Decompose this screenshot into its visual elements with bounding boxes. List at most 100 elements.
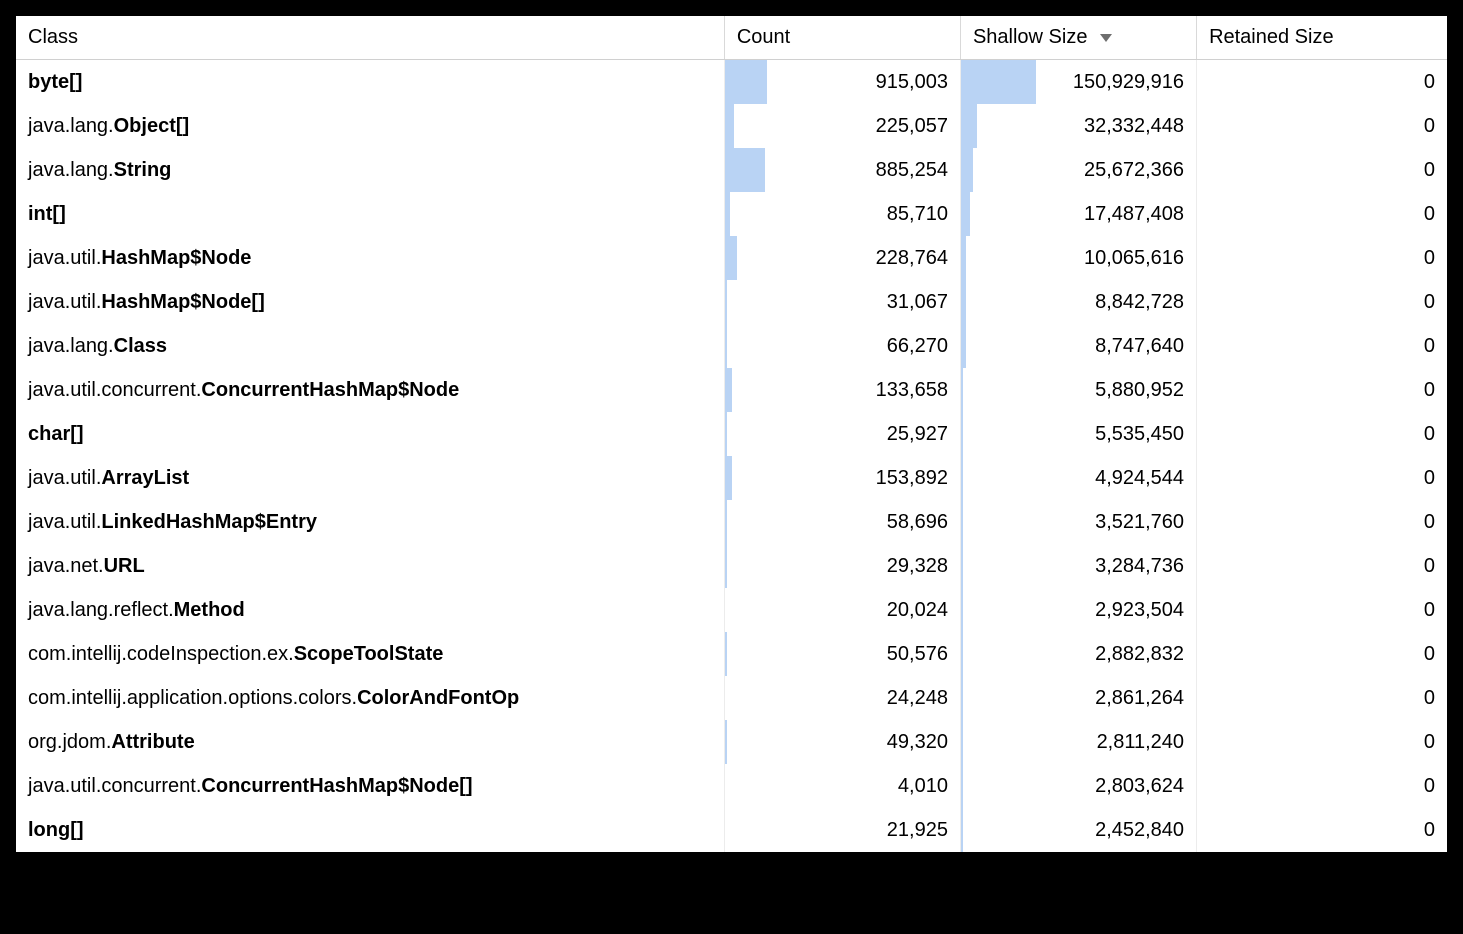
shallow-size-cell: 17,487,408 bbox=[960, 192, 1196, 236]
table-row[interactable]: char[]25,9275,535,4500 bbox=[16, 412, 1447, 456]
shallow-size-cell: 8,842,728 bbox=[960, 280, 1196, 324]
column-header-class[interactable]: Class bbox=[16, 16, 724, 60]
retained-size-cell: 0 bbox=[1197, 676, 1447, 720]
class-cell: char[] bbox=[16, 412, 724, 456]
shallow-size-value: 4,924,544 bbox=[961, 456, 1196, 500]
table-row[interactable]: org.jdom.Attribute49,3202,811,2400 bbox=[16, 720, 1447, 764]
column-header-retained-size[interactable]: Retained Size bbox=[1197, 16, 1447, 60]
count-value: 228,764 bbox=[725, 236, 960, 280]
package-name: java.util. bbox=[28, 511, 101, 533]
table-row[interactable]: com.intellij.application.options.colors.… bbox=[16, 676, 1447, 720]
class-name: Class bbox=[114, 335, 167, 357]
shallow-size-value: 2,811,240 bbox=[961, 720, 1196, 764]
shallow-size-value: 32,332,448 bbox=[961, 104, 1196, 148]
shallow-size-cell: 4,924,544 bbox=[960, 456, 1196, 500]
retained-size-value: 0 bbox=[1197, 412, 1447, 456]
retained-size-cell: 0 bbox=[1197, 500, 1447, 544]
table-row[interactable]: java.net.URL29,3283,284,7360 bbox=[16, 544, 1447, 588]
count-cell: 885,254 bbox=[724, 148, 960, 192]
count-cell: 20,024 bbox=[724, 588, 960, 632]
retained-size-cell: 0 bbox=[1197, 456, 1447, 500]
package-name: java.util.concurrent. bbox=[28, 379, 201, 401]
class-cell: long[] bbox=[16, 808, 724, 852]
shallow-size-cell: 10,065,616 bbox=[960, 236, 1196, 280]
retained-size-value: 0 bbox=[1197, 60, 1447, 104]
class-name: int[] bbox=[28, 203, 66, 225]
count-value: 66,270 bbox=[725, 324, 960, 368]
shallow-size-cell: 3,284,736 bbox=[960, 544, 1196, 588]
table-row[interactable]: java.util.LinkedHashMap$Entry58,6963,521… bbox=[16, 500, 1447, 544]
class-cell: java.util.LinkedHashMap$Entry bbox=[16, 500, 724, 544]
shallow-size-value: 2,452,840 bbox=[961, 808, 1196, 852]
table-row[interactable]: java.lang.Class66,2708,747,6400 bbox=[16, 324, 1447, 368]
shallow-size-cell: 150,929,916 bbox=[960, 60, 1196, 105]
class-cell: java.util.concurrent.ConcurrentHashMap$N… bbox=[16, 764, 724, 808]
class-cell: java.lang.Class bbox=[16, 324, 724, 368]
package-name: java.lang. bbox=[28, 159, 114, 181]
class-cell: java.net.URL bbox=[16, 544, 724, 588]
retained-size-value: 0 bbox=[1197, 720, 1447, 764]
retained-size-cell: 0 bbox=[1197, 412, 1447, 456]
shallow-size-value: 5,535,450 bbox=[961, 412, 1196, 456]
shallow-size-value: 17,487,408 bbox=[961, 192, 1196, 236]
package-name: java.lang. bbox=[28, 115, 114, 137]
count-value: 153,892 bbox=[725, 456, 960, 500]
shallow-size-cell: 2,923,504 bbox=[960, 588, 1196, 632]
count-cell: 4,010 bbox=[724, 764, 960, 808]
shallow-size-cell: 5,880,952 bbox=[960, 368, 1196, 412]
package-name: com.intellij.codeInspection.ex. bbox=[28, 643, 294, 665]
table-row[interactable]: java.util.concurrent.ConcurrentHashMap$N… bbox=[16, 764, 1447, 808]
retained-size-value: 0 bbox=[1197, 280, 1447, 324]
retained-size-value: 0 bbox=[1197, 764, 1447, 808]
table-row[interactable]: java.util.HashMap$Node228,76410,065,6160 bbox=[16, 236, 1447, 280]
shallow-size-value: 2,923,504 bbox=[961, 588, 1196, 632]
retained-size-value: 0 bbox=[1197, 632, 1447, 676]
retained-size-cell: 0 bbox=[1197, 280, 1447, 324]
package-name: java.util. bbox=[28, 467, 101, 489]
table-row[interactable]: byte[]915,003150,929,9160 bbox=[16, 60, 1447, 105]
count-cell: 21,925 bbox=[724, 808, 960, 852]
table-row[interactable]: java.util.HashMap$Node[]31,0678,842,7280 bbox=[16, 280, 1447, 324]
count-cell: 153,892 bbox=[724, 456, 960, 500]
table-row[interactable]: long[]21,9252,452,8400 bbox=[16, 808, 1447, 852]
retained-size-value: 0 bbox=[1197, 500, 1447, 544]
table-row[interactable]: int[] 85,71017,487,4080 bbox=[16, 192, 1447, 236]
count-cell: 50,576 bbox=[724, 632, 960, 676]
retained-size-value: 0 bbox=[1197, 236, 1447, 280]
count-value: 885,254 bbox=[725, 148, 960, 192]
class-name: LinkedHashMap$Entry bbox=[101, 511, 317, 533]
count-cell: 66,270 bbox=[724, 324, 960, 368]
class-name: char[] bbox=[28, 423, 84, 445]
shallow-size-cell: 25,672,366 bbox=[960, 148, 1196, 192]
table-row[interactable]: java.lang.String885,25425,672,3660 bbox=[16, 148, 1447, 192]
class-cell: java.util.HashMap$Node bbox=[16, 236, 724, 280]
shallow-size-cell: 5,535,450 bbox=[960, 412, 1196, 456]
class-cell: int[] bbox=[16, 192, 724, 236]
table-row[interactable]: java.util.ArrayList 153,8924,924,5440 bbox=[16, 456, 1447, 500]
class-name: ArrayList bbox=[101, 467, 189, 489]
class-name: HashMap$Node bbox=[101, 247, 251, 269]
column-header-count[interactable]: Count bbox=[724, 16, 960, 60]
class-cell: java.lang.String bbox=[16, 148, 724, 192]
retained-size-value: 0 bbox=[1197, 148, 1447, 192]
table-row[interactable]: com.intellij.codeInspection.ex.ScopeTool… bbox=[16, 632, 1447, 676]
table-row[interactable]: java.lang.reflect.Method20,0242,923,5040 bbox=[16, 588, 1447, 632]
count-cell: 915,003 bbox=[724, 60, 960, 105]
count-cell: 85,710 bbox=[724, 192, 960, 236]
count-value: 29,328 bbox=[725, 544, 960, 588]
shallow-size-value: 8,747,640 bbox=[961, 324, 1196, 368]
table-row[interactable]: java.util.concurrent.ConcurrentHashMap$N… bbox=[16, 368, 1447, 412]
class-name: ConcurrentHashMap$Node[] bbox=[201, 775, 472, 797]
retained-size-cell: 0 bbox=[1197, 324, 1447, 368]
table-header-row: Class Count Shallow Size Retained Size bbox=[16, 16, 1447, 60]
table-row[interactable]: java.lang.Object[]225,05732,332,4480 bbox=[16, 104, 1447, 148]
package-name: org.jdom. bbox=[28, 731, 111, 753]
class-name: HashMap$Node[] bbox=[101, 291, 264, 313]
retained-size-value: 0 bbox=[1197, 192, 1447, 236]
sort-descending-icon bbox=[1099, 33, 1113, 43]
count-value: 24,248 bbox=[725, 676, 960, 720]
column-header-shallow-size[interactable]: Shallow Size bbox=[960, 16, 1196, 60]
retained-size-value: 0 bbox=[1197, 368, 1447, 412]
count-cell: 133,658 bbox=[724, 368, 960, 412]
retained-size-value: 0 bbox=[1197, 544, 1447, 588]
